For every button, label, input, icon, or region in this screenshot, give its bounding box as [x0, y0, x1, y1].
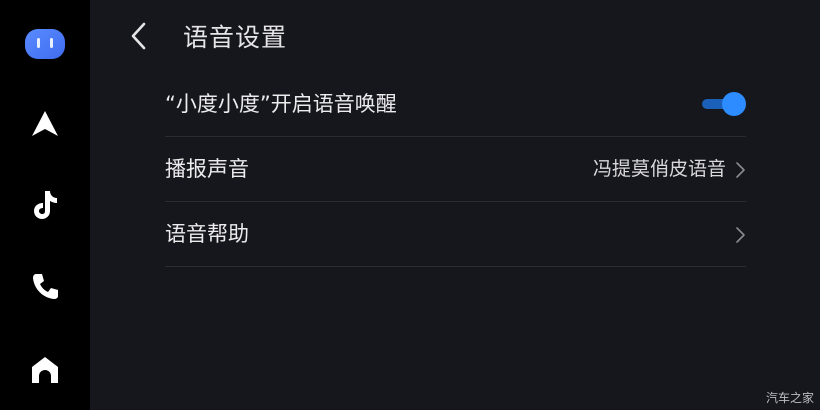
wake-word-label: “小度小度”开启语音唤醒 [165, 92, 397, 116]
dock-item-music[interactable] [0, 175, 90, 235]
chevron-left-icon [129, 21, 149, 55]
page-title: 语音设置 [183, 23, 288, 52]
voice-help-label: 语音帮助 [165, 222, 249, 246]
screen: 语音设置 “小度小度”开启语音唤醒 播报声音 冯提莫俏皮语音 语音帮助 汽车之家 [0, 0, 820, 410]
broadcast-voice-label: 播报声音 [165, 157, 249, 181]
voice-help-row[interactable]: 语音帮助 [165, 202, 746, 267]
main-content: 语音设置 “小度小度”开启语音唤醒 播报声音 冯提莫俏皮语音 语音帮助 [91, 0, 820, 410]
navigation-icon [30, 109, 60, 139]
settings-list: “小度小度”开启语音唤醒 播报声音 冯提莫俏皮语音 语音帮助 [165, 72, 746, 267]
chevron-right-icon [734, 226, 746, 244]
toggle-knob [722, 92, 746, 116]
back-button[interactable] [121, 18, 157, 58]
phone-icon [30, 272, 60, 302]
broadcast-voice-row[interactable]: 播报声音 冯提莫俏皮语音 [165, 137, 746, 202]
music-icon [30, 189, 60, 221]
header: 语音设置 [91, 0, 820, 76]
dock-item-assistant[interactable] [0, 14, 90, 74]
dock-item-navigation[interactable] [0, 94, 90, 154]
left-dock [0, 0, 90, 410]
wake-word-row[interactable]: “小度小度”开启语音唤醒 [165, 72, 746, 137]
assistant-icon [23, 27, 67, 61]
chevron-right-icon [734, 161, 746, 179]
dock-item-phone[interactable] [0, 257, 90, 317]
broadcast-voice-value: 冯提莫俏皮语音 [592, 158, 726, 180]
wake-word-toggle[interactable] [702, 92, 746, 116]
dock-item-home[interactable] [0, 340, 90, 400]
home-icon [30, 355, 60, 385]
watermark: 汽车之家 [765, 391, 814, 405]
